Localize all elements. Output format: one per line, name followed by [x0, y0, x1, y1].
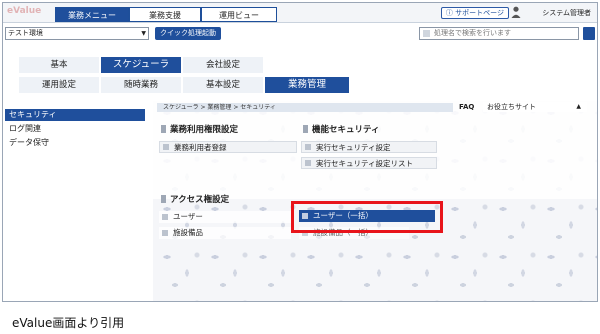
- section-title-access-settings-label: アクセス権設定: [170, 195, 230, 205]
- app-logo: eValue: [7, 6, 42, 16]
- tab-adhoc-tasks[interactable]: 随時業務: [101, 77, 181, 93]
- menu-tab-business[interactable]: 業務メニュー: [55, 7, 129, 22]
- environment-value: テスト環境: [8, 29, 43, 37]
- menu-tab-support[interactable]: 業務支援: [129, 7, 201, 22]
- sidebar: セキュリティ ログ関連 データ保守: [5, 103, 145, 301]
- search-field-icon: [423, 30, 430, 37]
- support-page-label: サポートページ: [455, 9, 504, 17]
- tab-basic-settings[interactable]: 基本設定: [183, 77, 263, 93]
- sidebar-item-security[interactable]: セキュリティ: [5, 109, 145, 121]
- section-title-access-settings: アクセス権設定: [161, 193, 229, 205]
- access-user-label: ユーザー: [173, 212, 203, 221]
- tab-business-management[interactable]: 業務管理: [265, 77, 349, 93]
- section-title-business-permissions: 業務利用権限設定: [161, 123, 238, 135]
- tab-scheduler[interactable]: スケジューラ: [101, 57, 181, 73]
- item-icon: [305, 144, 311, 150]
- item-icon: [305, 160, 311, 166]
- item-icon: [163, 144, 169, 150]
- section-marker-icon: [161, 125, 166, 133]
- item-icon: [162, 230, 168, 236]
- section-title-business-permissions-label: 業務利用権限設定: [170, 125, 239, 135]
- tab-company-settings[interactable]: 会社設定: [183, 57, 263, 73]
- access-facility-link[interactable]: 施設備品: [159, 227, 291, 239]
- execution-security-settings-label: 実行セキュリティ設定: [316, 143, 391, 152]
- useful-sites-toggle[interactable]: お役立ちサイト ▲: [483, 102, 587, 112]
- faq-link[interactable]: FAQ: [459, 103, 474, 111]
- breadcrumb: スケジューラ > 業務管理 > セキュリティ: [157, 103, 453, 112]
- section-title-function-security: 機能セキュリティ: [303, 123, 380, 135]
- caption: eValue画面より引用: [12, 316, 125, 330]
- useful-sites-label: お役立ちサイト: [487, 103, 536, 111]
- sidebar-item-logs[interactable]: ログ関連: [5, 123, 145, 135]
- app-window: eValue 業務メニュー 業務支援 運用ビュー ⓘ サポートページ システム管…: [2, 2, 598, 302]
- help-icon: ⓘ: [445, 9, 456, 17]
- tab-basic[interactable]: 基本: [19, 57, 99, 73]
- access-facility-label: 施設備品: [173, 228, 203, 237]
- execution-security-settings-list-link[interactable]: 実行セキュリティ設定リスト: [301, 157, 437, 169]
- user-icon: [511, 6, 521, 18]
- quick-launch-button[interactable]: クイック処理起動: [155, 27, 221, 40]
- execution-security-settings-link[interactable]: 実行セキュリティ設定: [301, 141, 437, 153]
- search-button[interactable]: [583, 27, 595, 40]
- item-icon: [162, 214, 168, 220]
- toolbar-row: テスト環境 ▼ クイック処理起動 処理名で検索を行います: [3, 24, 597, 42]
- access-user-link[interactable]: ユーザー: [159, 211, 291, 223]
- main-content: スケジューラ > 業務管理 > セキュリティ FAQ お役立ちサイト ▲ 業務利…: [153, 101, 597, 301]
- menu-tab-ops-view[interactable]: 運用ビュー: [201, 7, 277, 22]
- top-bar: eValue 業務メニュー 業務支援 運用ビュー ⓘ サポートページ システム管…: [3, 3, 597, 23]
- section-marker-icon: [161, 195, 166, 203]
- chevron-up-icon: ▲: [576, 103, 581, 110]
- highlight-box: [291, 201, 443, 233]
- tab-operation-settings[interactable]: 運用設定: [19, 77, 99, 93]
- environment-select[interactable]: テスト環境 ▼: [5, 27, 149, 40]
- search-placeholder: 処理名で検索を行います: [434, 29, 511, 37]
- section-marker-icon: [303, 125, 308, 133]
- business-user-registration-label: 業務利用者登録: [174, 143, 227, 152]
- execution-security-settings-list-label: 実行セキュリティ設定リスト: [316, 159, 414, 168]
- user-name[interactable]: システム管理者: [542, 8, 591, 18]
- section-title-function-security-label: 機能セキュリティ: [312, 125, 380, 135]
- support-page-button[interactable]: ⓘ サポートページ: [440, 7, 509, 19]
- sidebar-item-data-maintenance[interactable]: データ保守: [5, 137, 145, 149]
- business-user-registration-link[interactable]: 業務利用者登録: [159, 141, 297, 153]
- chevron-down-icon: ▼: [141, 30, 146, 37]
- search-input[interactable]: 処理名で検索を行います: [419, 27, 579, 40]
